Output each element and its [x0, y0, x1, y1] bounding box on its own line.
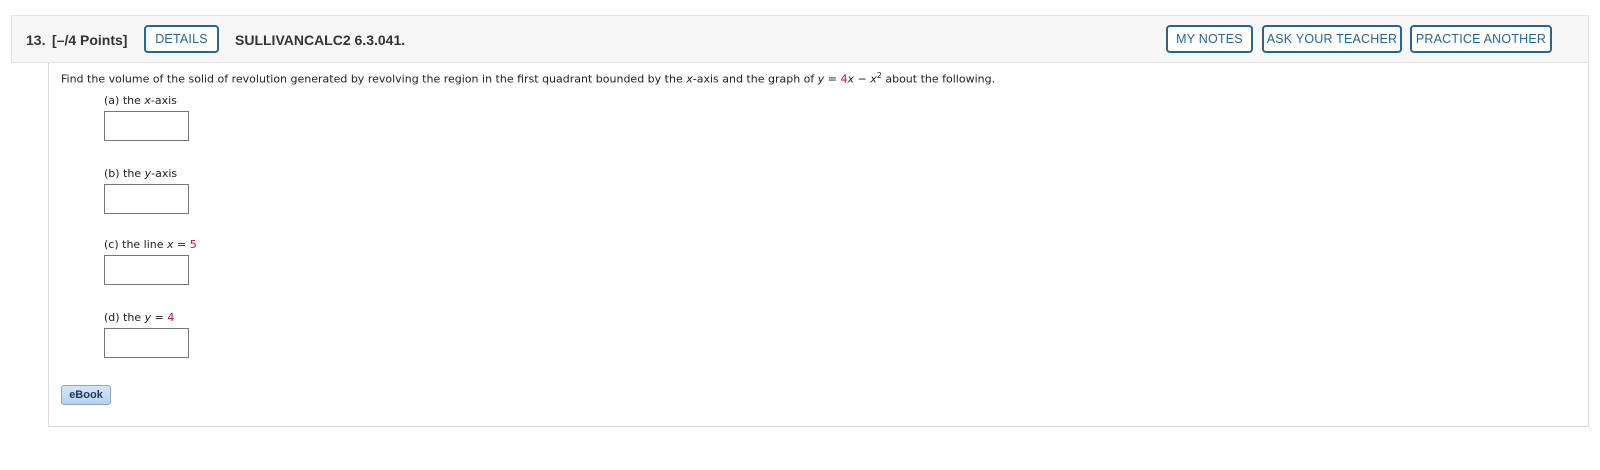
prompt-coefficient: 4 [840, 72, 848, 86]
part-label-text: -axis [150, 94, 177, 107]
part-d: (d) the y = 4 [104, 311, 189, 358]
prompt-text: -axis and the graph of [692, 72, 818, 86]
part-a: (a) the x-axis [104, 94, 189, 141]
practice-another-button[interactable]: PRACTICE ANOTHER [1410, 25, 1552, 53]
prompt-text: Find the volume of the solid of revoluti… [61, 72, 687, 86]
part-c-label: (c) the line x = 5 [104, 238, 197, 251]
details-button[interactable]: DETAILS [144, 25, 219, 53]
part-label-text: (d) the [104, 311, 145, 324]
prompt-minus: − [854, 72, 871, 86]
question-prompt: Find the volume of the solid of revoluti… [61, 71, 995, 86]
ebook-button[interactable]: eBook [61, 385, 111, 405]
prompt-equals: = [824, 72, 841, 86]
prompt-text: about the following. [881, 72, 996, 86]
part-a-label: (a) the x-axis [104, 94, 189, 107]
question-body: Find the volume of the solid of revoluti… [48, 63, 1589, 427]
part-label-text: (b) the [104, 167, 145, 180]
question-number: 13. [26, 32, 46, 48]
part-b: (b) the y-axis [104, 167, 189, 214]
ask-teacher-button[interactable]: ASK YOUR TEACHER [1262, 25, 1402, 53]
part-label-number: 5 [189, 238, 197, 251]
part-label-number: 4 [167, 311, 175, 324]
question-header: 13. [–/4 Points] DETAILS SULLIVANCALC2 6… [11, 15, 1589, 63]
part-b-answer-input[interactable] [104, 184, 189, 214]
part-c-answer-input[interactable] [104, 255, 189, 285]
part-label-text: (c) the line [104, 238, 168, 251]
my-notes-button[interactable]: MY NOTES [1166, 25, 1253, 53]
part-d-label: (d) the y = 4 [104, 311, 189, 324]
part-a-answer-input[interactable] [104, 111, 189, 141]
part-b-label: (b) the y-axis [104, 167, 189, 180]
part-label-text: -axis [151, 167, 178, 180]
part-c: (c) the line x = 5 [104, 238, 197, 285]
question-id: SULLIVANCALC2 6.3.041. [235, 32, 406, 48]
part-label-text: = [173, 238, 190, 251]
question-points: [–/4 Points] [52, 32, 128, 48]
part-label-text: (a) the [104, 94, 145, 107]
part-d-answer-input[interactable] [104, 328, 189, 358]
part-label-text: = [151, 311, 168, 324]
